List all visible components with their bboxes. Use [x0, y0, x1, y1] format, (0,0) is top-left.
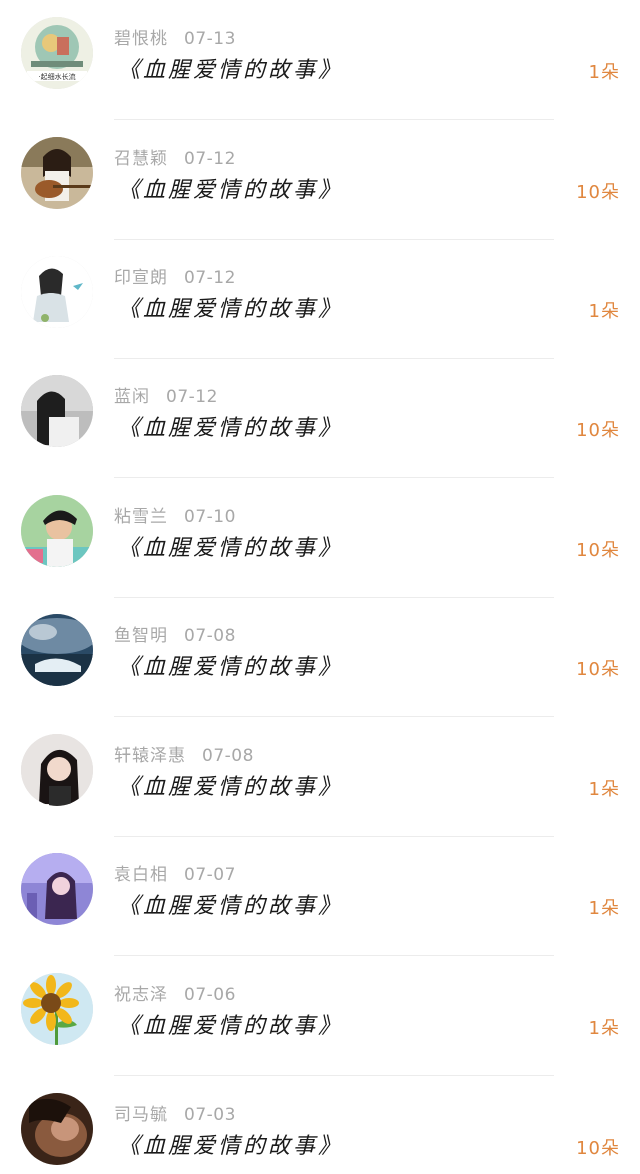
- item-meta: 司马毓 07-03: [114, 1100, 236, 1125]
- work-title[interactable]: 《血腥爱情的故事》: [118, 1128, 343, 1160]
- list-item[interactable]: 袁白相 07-07 《血腥爱情的故事》 1朵: [0, 836, 640, 956]
- list-item[interactable]: 轩辕泽惠 07-08 《血腥爱情的故事》 1朵: [0, 717, 640, 837]
- avatar-sunflower-icon: [21, 973, 93, 1045]
- avatar-painting-icon: ·起细水长流: [21, 17, 93, 89]
- list-item[interactable]: 鱼智明 07-08 《血腥爱情的故事》 10朵: [0, 597, 640, 717]
- user-name[interactable]: 蓝闲: [114, 387, 150, 407]
- list-item[interactable]: 司马毓 07-03 《血腥爱情的故事》 10朵: [0, 1076, 640, 1174]
- user-name[interactable]: 粘雪兰: [114, 507, 168, 527]
- user-name[interactable]: 祝志泽: [114, 985, 168, 1005]
- item-date: 07-08: [202, 746, 254, 766]
- avatar-purple-girl-icon: [21, 853, 93, 925]
- item-date: 07-07: [184, 865, 236, 885]
- list-item[interactable]: 印宣朗 07-12 《血腥爱情的故事》 1朵: [0, 239, 640, 359]
- item-meta: 轩辕泽惠 07-08: [114, 741, 254, 766]
- flower-count: 10朵: [576, 1138, 620, 1159]
- item-date: 07-12: [184, 268, 236, 288]
- item-meta: 印宣朗 07-12: [114, 263, 236, 288]
- avatar[interactable]: [21, 375, 93, 447]
- avatar[interactable]: [21, 256, 93, 328]
- avatar[interactable]: [21, 973, 93, 1045]
- item-date: 07-13: [184, 29, 236, 49]
- flower-count: 10朵: [576, 420, 620, 441]
- work-title[interactable]: 《血腥爱情的故事》: [118, 769, 343, 801]
- avatar[interactable]: [21, 1093, 93, 1165]
- work-title[interactable]: 《血腥爱情的故事》: [118, 52, 343, 84]
- avatar[interactable]: ·起细水长流: [21, 17, 93, 89]
- flower-count: 1朵: [588, 898, 620, 919]
- list-item[interactable]: 粘雪兰 07-10 《血腥爱情的故事》 10朵: [0, 478, 640, 598]
- list-item[interactable]: 蓝闲 07-12 《血腥爱情的故事》 10朵: [0, 358, 640, 478]
- work-title[interactable]: 《血腥爱情的故事》: [118, 888, 343, 920]
- work-title[interactable]: 《血腥爱情的故事》: [118, 530, 343, 562]
- gift-record-list: ·起细水长流 碧恨桃 07-13 《血腥爱情的故事》 1朵 召慧颖 07-12 《血…: [0, 0, 640, 1174]
- svg-text:·起细水长流: ·起细水长流: [38, 72, 75, 81]
- avatar-dark-hair-girl-icon: [21, 734, 93, 806]
- user-name[interactable]: 召慧颖: [114, 149, 168, 169]
- avatar[interactable]: [21, 495, 93, 567]
- item-date: 07-12: [184, 149, 236, 169]
- flower-count: 1朵: [588, 779, 620, 800]
- list-item[interactable]: 召慧颖 07-12 《血腥爱情的故事》 10朵: [0, 120, 640, 240]
- avatar-boy-icon: [21, 495, 93, 567]
- flower-count: 10朵: [576, 659, 620, 680]
- work-title[interactable]: 《血腥爱情的故事》: [118, 649, 343, 681]
- item-meta: 袁白相 07-07: [114, 860, 236, 885]
- avatar[interactable]: [21, 734, 93, 806]
- user-name[interactable]: 印宣朗: [114, 268, 168, 288]
- work-title[interactable]: 《血腥爱情的故事》: [118, 410, 343, 442]
- user-name[interactable]: 轩辕泽惠: [114, 746, 186, 766]
- avatar-ink-figure-icon: [21, 256, 93, 328]
- item-meta: 蓝闲 07-12: [114, 382, 218, 407]
- item-meta: 祝志泽 07-06: [114, 980, 236, 1005]
- item-date: 07-08: [184, 626, 236, 646]
- item-meta: 粘雪兰 07-10: [114, 502, 236, 527]
- avatar-guitar-girl-icon: [21, 137, 93, 209]
- avatar-bw-girl-icon: [21, 375, 93, 447]
- flower-count: 1朵: [588, 301, 620, 322]
- item-date: 07-12: [166, 387, 218, 407]
- item-meta: 召慧颖 07-12: [114, 144, 236, 169]
- avatar[interactable]: [21, 137, 93, 209]
- item-meta: 鱼智明 07-08: [114, 621, 236, 646]
- item-date: 07-03: [184, 1105, 236, 1125]
- list-item[interactable]: 祝志泽 07-06 《血腥爱情的故事》 1朵: [0, 956, 640, 1076]
- flower-count: 10朵: [576, 540, 620, 561]
- list-item[interactable]: ·起细水长流 碧恨桃 07-13 《血腥爱情的故事》 1朵: [0, 0, 640, 120]
- flower-count: 1朵: [588, 1018, 620, 1039]
- avatar[interactable]: [21, 853, 93, 925]
- work-title[interactable]: 《血腥爱情的故事》: [118, 1008, 343, 1040]
- work-title[interactable]: 《血腥爱情的故事》: [118, 172, 343, 204]
- avatar-sepia-icon: [21, 1093, 93, 1165]
- item-meta: 碧恨桃 07-13: [114, 24, 236, 49]
- work-title[interactable]: 《血腥爱情的故事》: [118, 291, 343, 323]
- avatar-ocean-icon: [21, 614, 93, 686]
- user-name[interactable]: 鱼智明: [114, 626, 168, 646]
- user-name[interactable]: 司马毓: [114, 1105, 168, 1125]
- user-name[interactable]: 碧恨桃: [114, 29, 168, 49]
- user-name[interactable]: 袁白相: [114, 865, 168, 885]
- item-date: 07-06: [184, 985, 236, 1005]
- flower-count: 1朵: [588, 62, 620, 83]
- avatar[interactable]: [21, 614, 93, 686]
- item-date: 07-10: [184, 507, 236, 527]
- flower-count: 10朵: [576, 182, 620, 203]
